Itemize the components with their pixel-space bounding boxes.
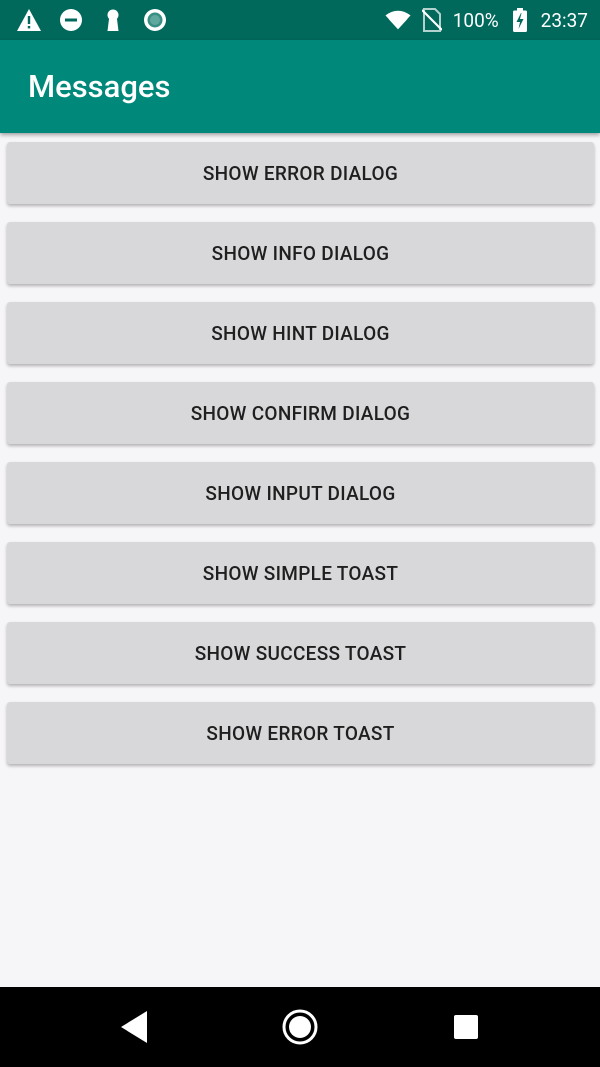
clock: 23:37 — [540, 8, 588, 32]
home-icon — [282, 1009, 318, 1045]
back-button[interactable] — [110, 1003, 158, 1051]
show-simple-toast-button[interactable]: SHOW SIMPLE TOAST — [7, 542, 594, 604]
battery-percent: 100% — [452, 8, 499, 32]
warning-icon — [16, 7, 42, 33]
show-info-dialog-button[interactable]: SHOW INFO DIALOG — [7, 222, 594, 284]
no-sim-icon — [419, 7, 445, 33]
battery-icon — [507, 7, 533, 33]
recent-apps-button[interactable] — [442, 1003, 490, 1051]
show-error-toast-button[interactable]: SHOW ERROR TOAST — [7, 702, 594, 764]
show-success-toast-button[interactable]: SHOW SUCCESS TOAST — [7, 622, 594, 684]
show-error-dialog-button[interactable]: SHOW ERROR DIALOG — [7, 142, 594, 204]
page-title: Messages — [28, 68, 171, 105]
do-not-disturb-icon — [58, 7, 84, 33]
keyhole-icon — [100, 7, 126, 33]
show-hint-dialog-button[interactable]: SHOW HINT DIALOG — [7, 302, 594, 364]
sync-icon — [142, 7, 168, 33]
home-button[interactable] — [276, 1003, 324, 1051]
show-input-dialog-button[interactable]: SHOW INPUT DIALOG — [7, 462, 594, 524]
recent-apps-icon — [454, 1015, 478, 1039]
back-icon — [121, 1011, 147, 1043]
app-bar: Messages — [0, 40, 600, 133]
status-notification-icons — [16, 0, 168, 40]
navigation-bar — [0, 987, 600, 1067]
wifi-icon — [385, 7, 411, 33]
button-list: SHOW ERROR DIALOG SHOW INFO DIALOG SHOW … — [7, 142, 594, 782]
show-confirm-dialog-button[interactable]: SHOW CONFIRM DIALOG — [7, 382, 594, 444]
status-system-icons: 100% 23:37 — [385, 0, 588, 40]
status-bar: 100% 23:37 — [0, 0, 600, 40]
